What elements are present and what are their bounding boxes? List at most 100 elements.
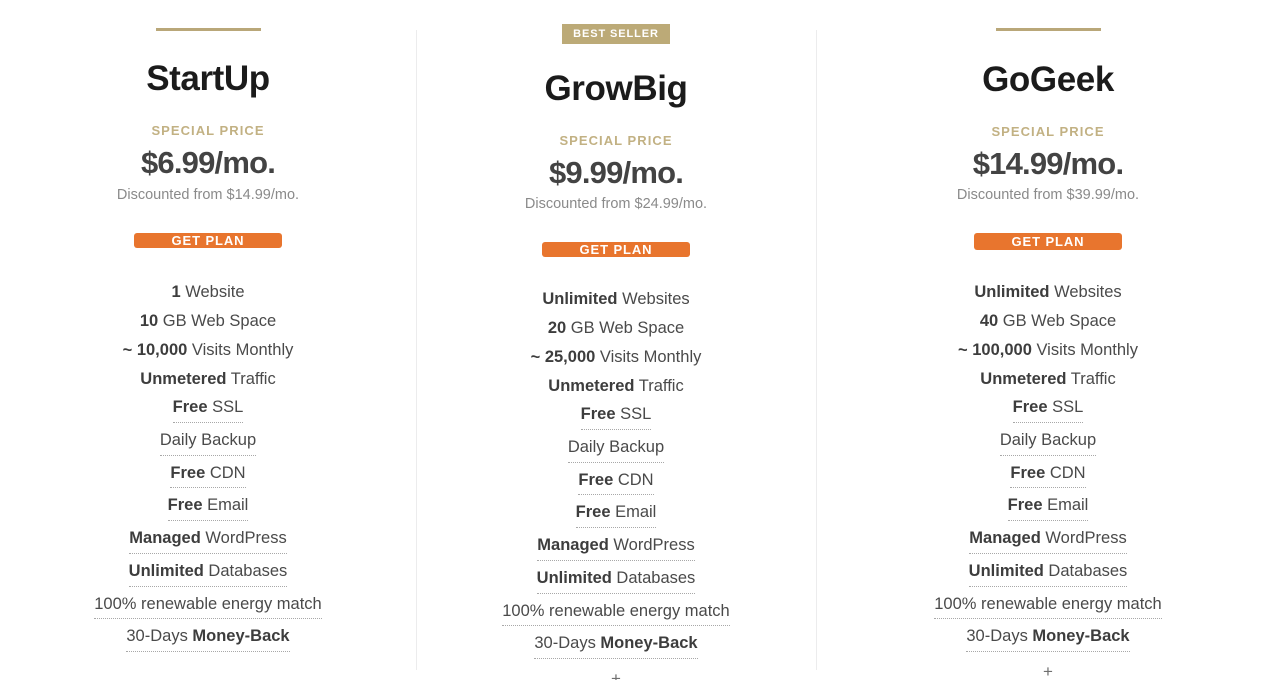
feature-highlight: Managed <box>537 536 609 555</box>
discounted-from-label: Discounted from $24.99/mo. <box>524 196 708 213</box>
feature-item[interactable]: Free CDN <box>578 467 654 496</box>
feature-item[interactable]: Daily Backup <box>999 427 1097 456</box>
feature-item[interactable]: Free SSL <box>172 394 244 423</box>
feature-text: Databases <box>611 568 696 587</box>
feature-highlight: ~ 25,000 <box>530 348 596 367</box>
get-plan-button[interactable]: GET PLAN <box>542 242 690 258</box>
plan-name: GoGeek <box>982 60 1114 100</box>
feature-item[interactable]: Free SSL <box>1012 394 1084 423</box>
special-price-label: SPECIAL PRICE <box>991 123 1105 139</box>
feature-highlight: Money-Back <box>192 627 290 646</box>
feature-text: Visits Monthly <box>1031 341 1138 360</box>
plan-name: StartUp <box>146 59 270 99</box>
feature-highlight: Unmetered <box>980 370 1067 389</box>
feature-text: Traffic <box>634 377 684 396</box>
feature-item[interactable]: Daily Backup <box>567 434 665 463</box>
feature-highlight: Unlimited <box>536 568 612 587</box>
discounted-from-label: Discounted from $39.99/mo. <box>956 187 1140 204</box>
feature-text: 30-Days <box>966 627 1033 646</box>
feature-highlight: Unmetered <box>140 370 227 389</box>
feature-item[interactable]: Free CDN <box>1010 460 1086 489</box>
feature-item[interactable]: 100% renewable energy match <box>94 591 322 620</box>
feature-highlight: Free <box>1010 463 1046 482</box>
get-plan-button[interactable]: GET PLAN <box>134 232 282 249</box>
feature-item[interactable]: 100% renewable energy match <box>502 598 730 627</box>
feature-text: GB Web Space <box>158 312 277 331</box>
feature-list: Unlimited Websites 20 GB Web Space ~ 25,00… <box>416 285 816 663</box>
feature-text: 100% renewable energy match <box>94 594 322 613</box>
feature-highlight: Managed <box>129 529 201 548</box>
plan-name: GrowBig <box>544 69 688 108</box>
feature-text: GB Web Space <box>998 312 1117 331</box>
feature-text: Visits Monthly <box>187 341 294 360</box>
feature-highlight: Unlimited <box>542 290 618 309</box>
expand-features-toggle[interactable]: + <box>1043 663 1053 680</box>
plan-card-growbig: BEST SELLER GrowBig SPECIAL PRICE $9.99/… <box>416 0 816 680</box>
get-plan-button[interactable]: GET PLAN <box>974 233 1122 251</box>
feature-highlight: Money-Back <box>600 634 698 653</box>
feature-item[interactable]: Managed WordPress <box>129 525 287 554</box>
feature-highlight: Free <box>172 398 208 417</box>
feature-list: 1 Website 10 GB Web Space ~ 10,000 Visits … <box>0 278 416 656</box>
feature-text: 30-Days <box>534 634 601 653</box>
feature-item: ~ 100,000 Visits Monthly <box>958 336 1138 365</box>
feature-text: Databases <box>1043 561 1128 580</box>
feature-item[interactable]: Free CDN <box>170 460 246 489</box>
feature-item[interactable]: Free Email <box>1007 492 1089 522</box>
feature-text: Email <box>1042 496 1089 515</box>
feature-text: Traffic <box>226 370 276 389</box>
feature-highlight: Unlimited <box>128 561 204 580</box>
feature-text: Websites <box>617 290 690 309</box>
discounted-from-label: Discounted from $14.99/mo. <box>116 186 300 203</box>
plan-card-gogeek: GoGeek SPECIAL PRICE $14.99/mo. Discount… <box>816 0 1280 680</box>
feature-item: 1 Website <box>171 278 244 307</box>
feature-highlight: Free <box>167 496 203 515</box>
feature-list: Unlimited Websites 40 GB Web Space ~ 100,0… <box>816 278 1280 656</box>
feature-highlight: Unlimited <box>968 561 1044 580</box>
feature-highlight: 40 <box>979 312 999 331</box>
feature-text: GB Web Space <box>566 319 685 338</box>
feature-highlight: ~ 100,000 <box>958 341 1032 360</box>
feature-item: Unmetered Traffic <box>140 365 275 394</box>
feature-item[interactable]: 30-Days Money-Back <box>126 623 290 652</box>
feature-text: CDN <box>1045 463 1086 482</box>
feature-item: Unmetered Traffic <box>980 365 1115 394</box>
feature-item[interactable]: Unlimited Databases <box>968 558 1128 587</box>
feature-text: Daily Backup <box>567 438 665 457</box>
feature-item[interactable]: Managed WordPress <box>969 525 1127 554</box>
plan-price: $9.99/mo. <box>548 154 684 190</box>
feature-highlight: Unlimited <box>974 283 1050 302</box>
feature-text: Email <box>202 496 249 515</box>
feature-text: Daily Backup <box>999 430 1097 449</box>
feature-highlight: Free <box>578 470 614 489</box>
feature-item[interactable]: Unlimited Databases <box>536 565 696 594</box>
feature-item[interactable]: Free Email <box>167 492 249 522</box>
feature-text: Traffic <box>1066 370 1116 389</box>
feature-item[interactable]: 30-Days Money-Back <box>966 623 1130 652</box>
feature-text: WordPress <box>1040 529 1127 548</box>
feature-text: Websites <box>1049 283 1122 302</box>
feature-item: 10 GB Web Space <box>140 307 276 336</box>
feature-item[interactable]: Free SSL <box>580 401 652 431</box>
feature-item[interactable]: 30-Days Money-Back <box>534 630 698 660</box>
feature-item[interactable]: Daily Backup <box>159 427 257 456</box>
expand-features-toggle[interactable]: + <box>611 670 621 680</box>
feature-item[interactable]: 100% renewable energy match <box>934 591 1162 620</box>
gold-rule-icon <box>155 27 261 31</box>
feature-highlight: 1 <box>171 283 181 302</box>
feature-item: Unlimited Websites <box>542 285 689 314</box>
feature-item: ~ 10,000 Visits Monthly <box>123 336 294 365</box>
feature-item[interactable]: Unlimited Databases <box>128 558 288 587</box>
feature-highlight: Free <box>575 503 611 522</box>
feature-item: Unlimited Websites <box>974 278 1121 307</box>
feature-item[interactable]: Free Email <box>575 499 657 529</box>
special-price-label: SPECIAL PRICE <box>559 132 673 148</box>
gold-rule-icon <box>995 28 1101 32</box>
feature-highlight: Money-Back <box>1032 627 1130 646</box>
feature-highlight: Free <box>580 405 616 424</box>
feature-text: WordPress <box>200 529 287 548</box>
feature-text: CDN <box>613 470 654 489</box>
plan-accent-gogeek <box>995 24 1101 35</box>
feature-item[interactable]: Managed WordPress <box>537 532 695 561</box>
feature-item: 40 GB Web Space <box>980 307 1116 336</box>
